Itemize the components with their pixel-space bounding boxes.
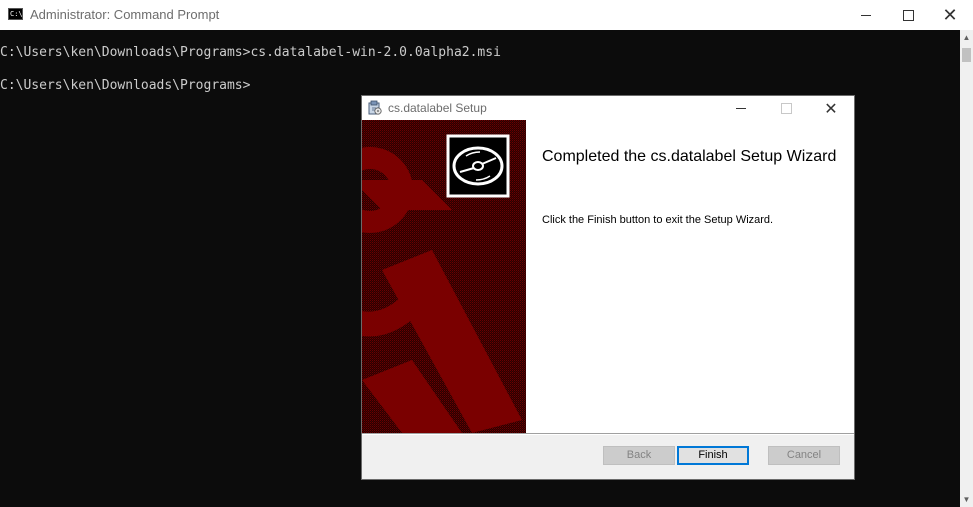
dialog-minimize-button[interactable] bbox=[719, 96, 763, 120]
maximize-button[interactable] bbox=[885, 0, 931, 30]
minimize-icon bbox=[861, 14, 871, 16]
dialog-close-button[interactable]: ✕ bbox=[809, 96, 853, 120]
dialog-title: cs.datalabel Setup bbox=[388, 101, 487, 115]
close-button[interactable]: ✕ bbox=[927, 0, 973, 30]
console-prompt-line[interactable]: C:\Users\ken\Downloads\Programs> bbox=[0, 78, 250, 93]
maximize-icon bbox=[902, 9, 914, 21]
minimize-icon bbox=[736, 107, 746, 109]
button-separator bbox=[362, 433, 854, 435]
finish-button[interactable]: Finish bbox=[677, 446, 749, 465]
console-line: C:\Users\ken\Downloads\Programs>cs.datal… bbox=[0, 45, 501, 60]
wizard-heading: Completed the cs.datalabel Setup Wizard bbox=[542, 148, 837, 165]
wizard-message: Click the Finish button to exit the Setu… bbox=[542, 214, 774, 226]
console-titlebar[interactable]: C:\ Administrator: Command Prompt ✕ bbox=[0, 0, 973, 30]
cancel-button: Cancel bbox=[768, 446, 840, 465]
minimize-button[interactable] bbox=[843, 0, 889, 30]
wizard-content: Completed the cs.datalabel Setup Wizard … bbox=[526, 120, 854, 433]
banner-image bbox=[362, 120, 526, 433]
vertical-scrollbar[interactable]: ▲ ▼ bbox=[960, 30, 973, 507]
console-window-title: Administrator: Command Prompt bbox=[30, 7, 220, 22]
cmd-icon: C:\ bbox=[8, 8, 23, 20]
cmd-icon-text: C:\ bbox=[10, 10, 23, 18]
setup-dialog: cs.datalabel Setup ✕ Completed the cs.da… bbox=[361, 95, 855, 480]
scroll-thumb[interactable] bbox=[962, 48, 971, 62]
scroll-up-icon[interactable]: ▲ bbox=[960, 32, 973, 44]
dialog-titlebar[interactable]: cs.datalabel Setup ✕ bbox=[362, 96, 854, 120]
wizard-banner bbox=[362, 120, 526, 433]
close-icon: ✕ bbox=[824, 98, 838, 118]
back-button: Back bbox=[603, 446, 675, 465]
dialog-maximize-button bbox=[764, 96, 808, 120]
scroll-down-icon[interactable]: ▼ bbox=[960, 494, 973, 506]
maximize-icon bbox=[780, 102, 792, 114]
close-icon: ✕ bbox=[942, 4, 958, 26]
installer-icon bbox=[368, 100, 382, 115]
